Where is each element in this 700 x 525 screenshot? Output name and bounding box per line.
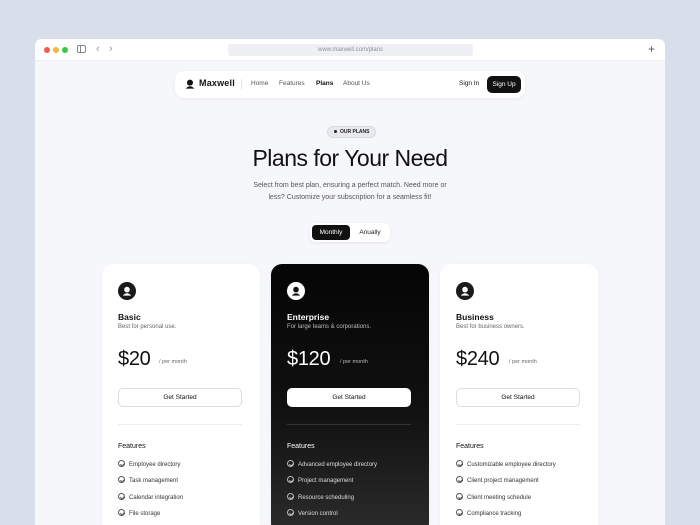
feature-label: Resource scheduling <box>298 495 355 501</box>
feature-item: Employee directory <box>118 460 180 470</box>
nav-link-features[interactable]: Features <box>279 80 305 87</box>
plan-card-enterprise: Enterprise For large teams & corporation… <box>271 264 429 525</box>
sign-up-button[interactable]: Sign Up <box>487 76 521 93</box>
back-arrow-icon[interactable]: ‹ <box>96 42 100 56</box>
toggle-monthly[interactable]: Monthly <box>312 225 350 240</box>
plan-period: / per month <box>340 359 368 365</box>
plan-period: / per month <box>159 359 187 365</box>
card-divider <box>118 424 242 425</box>
plan-description: Best for personal use. <box>118 324 177 330</box>
feature-item: Client project management <box>456 476 539 486</box>
get-started-button[interactable]: Get Started <box>287 388 411 407</box>
feature-item: Project management <box>287 476 353 486</box>
plan-logo-icon <box>118 282 136 300</box>
feature-label: Compliance tracking <box>467 511 522 517</box>
check-circle-icon <box>287 509 294 516</box>
page-title: Plans for Your Need <box>252 145 448 171</box>
feature-item: Customizable employee directory <box>456 460 556 470</box>
check-circle-icon <box>287 460 294 467</box>
feature-label: Client meeting schedule <box>467 495 532 501</box>
plan-price: $240 <box>456 348 500 370</box>
feature-label: Advanced employee directory <box>298 462 378 468</box>
features-heading: Features <box>456 443 484 450</box>
plan-logo-icon <box>456 282 474 300</box>
plan-logo-icon <box>287 282 305 300</box>
plan-price: $20 <box>118 348 151 370</box>
forward-arrow-icon[interactable]: › <box>109 42 113 56</box>
check-circle-icon <box>118 476 125 483</box>
page-subtitle: Select from best plan, ensuring a perfec… <box>245 180 455 203</box>
check-circle-icon <box>287 476 294 483</box>
page-content: Maxwell Home Features Plans About Us Sig… <box>35 61 665 525</box>
plan-card-business: Business Best for business owners. $240 … <box>440 264 598 525</box>
pill-bullet-icon <box>334 130 337 134</box>
features-heading: Features <box>118 443 146 450</box>
new-tab-icon[interactable]: + <box>648 41 655 57</box>
feature-label: Project management <box>298 478 354 484</box>
minimize-window-button[interactable] <box>53 47 59 53</box>
plan-period: / per month <box>509 359 537 365</box>
check-circle-icon <box>456 493 463 500</box>
browser-window: ‹ › www.maxwell.com/plans + Maxwell Home… <box>35 39 665 525</box>
get-started-button[interactable]: Get Started <box>118 388 242 407</box>
nav-link-plans[interactable]: Plans <box>316 80 333 87</box>
feature-item: Advanced employee directory <box>287 460 377 470</box>
billing-toggle: Monthly Anually <box>310 223 390 242</box>
feature-item: Client meeting schedule <box>456 493 531 503</box>
section-pill: OUR PLANS <box>327 126 377 138</box>
browser-toolbar: ‹ › www.maxwell.com/plans + <box>35 39 665 61</box>
plan-description: For large teams & corporations. <box>287 324 372 330</box>
feature-item: File storage <box>118 509 160 519</box>
feature-label: File storage <box>129 511 161 517</box>
plan-name: Business <box>456 312 494 322</box>
feature-item: Task management <box>118 476 178 486</box>
subtitle-line-1: Select from best plan, ensuring a perfec… <box>253 182 447 189</box>
check-circle-icon <box>287 493 294 500</box>
address-bar[interactable]: www.maxwell.com/plans <box>228 44 473 56</box>
card-divider <box>456 424 580 425</box>
features-heading: Features <box>287 443 315 450</box>
plan-price: $120 <box>287 348 331 370</box>
plan-name: Basic <box>118 312 141 322</box>
check-circle-icon <box>456 509 463 516</box>
close-window-button[interactable] <box>44 47 50 53</box>
brand-name[interactable]: Maxwell <box>199 78 235 88</box>
get-started-button[interactable]: Get Started <box>456 388 580 407</box>
feature-item: Compliance tracking <box>456 509 521 519</box>
check-circle-icon <box>456 460 463 467</box>
check-circle-icon <box>456 476 463 483</box>
maxwell-logo-icon <box>185 79 195 89</box>
toggle-annually[interactable]: Anually <box>352 225 388 240</box>
plan-name: Enterprise <box>287 312 330 322</box>
pill-label: OUR PLANS <box>340 129 370 135</box>
check-circle-icon <box>118 460 125 467</box>
feature-item: Calendar integration <box>118 493 183 503</box>
plan-description: Best for business owners. <box>456 324 525 330</box>
card-divider <box>287 424 411 425</box>
sidebar-toggle-icon[interactable] <box>77 45 86 53</box>
sign-in-link[interactable]: Sign In <box>459 80 479 87</box>
check-circle-icon <box>118 493 125 500</box>
nav-link-home[interactable]: Home <box>251 80 268 87</box>
feature-label: Employee directory <box>129 462 181 468</box>
feature-item: Resource scheduling <box>287 493 354 503</box>
nav-divider <box>241 79 242 90</box>
plan-card-basic: Basic Best for personal use. $20 / per m… <box>102 264 260 525</box>
feature-label: Version control <box>298 511 338 517</box>
maximize-window-button[interactable] <box>62 47 68 53</box>
subtitle-line-2: less? Customize your subscription for a … <box>268 193 432 201</box>
nav-link-about-us[interactable]: About Us <box>343 80 370 87</box>
feature-label: Client project management <box>467 478 539 484</box>
top-navbar: Maxwell Home Features Plans About Us Sig… <box>175 71 525 98</box>
feature-item: Version control <box>287 509 338 519</box>
feature-label: Calendar integration <box>129 495 184 501</box>
check-circle-icon <box>118 509 125 516</box>
feature-label: Customizable employee directory <box>467 462 556 468</box>
feature-label: Task management <box>129 478 179 484</box>
